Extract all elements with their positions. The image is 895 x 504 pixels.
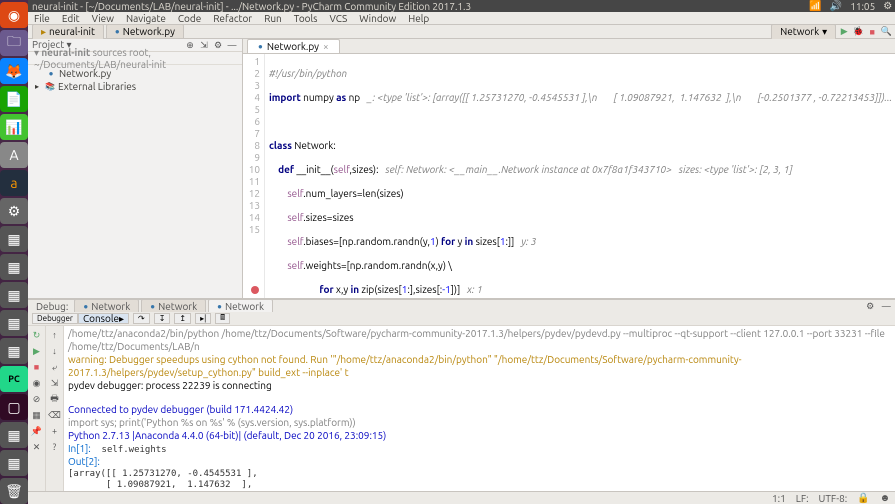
console-left-gutter: ↑ ↓ ⤶ ⇲ 🖶 ⌫ + ? <box>46 326 64 491</box>
app-icon[interactable]: ▦ <box>0 226 28 252</box>
debug-left-gutter: ↻ ▶ ■ ◉ ⊘ ▦ 📌 ✕ <box>28 326 46 491</box>
breakpoint-icon[interactable] <box>251 286 259 294</box>
close-button[interactable]: ✕ <box>30 440 44 454</box>
terminal-icon[interactable]: ▢ <box>0 394 28 420</box>
scroll-to-end-button[interactable]: ⇲ <box>48 376 62 390</box>
app-icon[interactable]: ▦ <box>0 282 28 308</box>
status-bar: 1:1 LF: UTF-8: 🔒 ☻ <box>28 491 895 504</box>
chevron-icon: ▸ <box>119 313 124 325</box>
menu-vcs[interactable]: VCS <box>330 13 348 24</box>
tree-external-libraries[interactable]: ▸📚External Libraries <box>32 80 238 93</box>
session-indicator-icon[interactable]: ⚙ <box>883 0 892 12</box>
breadcrumb-project[interactable]: ▸neural-init <box>32 24 104 40</box>
editor-pane: ●Network.py × 1 2 3 4 5 6 7 8 9 10 11 12… <box>243 39 895 298</box>
ubuntu-dash-icon[interactable]: ◉ <box>0 2 28 28</box>
sound-indicator-icon[interactable]: 🔊 <box>830 0 842 12</box>
clear-button[interactable]: ⌫ <box>48 408 62 422</box>
soft-wrap-button[interactable]: ⤶ <box>48 360 62 374</box>
app-icon[interactable]: ▦ <box>0 338 28 364</box>
line-gutter[interactable]: 1 2 3 4 5 6 7 8 9 10 11 12 13 14 15 <box>243 54 265 298</box>
libreoffice-writer-icon[interactable]: 📄 <box>0 86 28 112</box>
menu-view[interactable]: View <box>92 13 114 24</box>
step-into-button[interactable]: ↧ <box>154 313 171 324</box>
pin-button[interactable]: 📌 <box>30 424 44 438</box>
hide-icon[interactable]: — <box>880 300 892 312</box>
menu-navigate[interactable]: Navigate <box>126 13 166 24</box>
project-tool-window: Project ▾ ⊕ ⇲ ⚙ — ▾ neural-init sources … <box>28 39 243 298</box>
run-to-cursor-button[interactable]: ▸| <box>195 313 211 324</box>
view-breakpoints-button[interactable]: ◉ <box>30 376 44 390</box>
tree-file[interactable]: ●Network.py <box>32 67 238 80</box>
rerun-button[interactable]: ↻ <box>30 328 44 342</box>
step-over-button[interactable]: ↷ <box>133 313 150 324</box>
pycharm-icon[interactable]: PC <box>0 366 28 392</box>
menu-window[interactable]: Window <box>359 13 396 24</box>
new-console-button[interactable]: + <box>48 424 62 438</box>
help-button[interactable]: ? <box>48 440 62 454</box>
evaluate-button[interactable]: 🖩 <box>215 313 230 324</box>
debug-tool-window: Debug: ●Network ●Network ●Network ⚙ — De… <box>28 299 895 491</box>
libreoffice-calc-icon[interactable]: 📊 <box>0 114 28 140</box>
line-separator[interactable]: LF: <box>796 493 809 504</box>
menu-run[interactable]: Run <box>264 13 282 24</box>
breadcrumb-file[interactable]: ●Network.py <box>106 24 184 39</box>
amazon-icon[interactable]: a <box>0 170 28 196</box>
window-titlebar: neural-init - [~/Documents/LAB/neural-in… <box>28 0 895 12</box>
debug-label: Debug: <box>32 301 72 312</box>
network-indicator-icon[interactable]: 📶 <box>809 0 821 12</box>
menu-code[interactable]: Code <box>178 13 201 24</box>
search-button[interactable]: 🔍 <box>880 26 892 38</box>
trash-icon[interactable]: 🗑 <box>0 478 28 504</box>
unity-launcher: ◉ 🗀 🦊 📄 📊 A a ⚙ ▦ ▦ ▦ ▦ ▦ PC ▢ ▦ ▦ 🗑 <box>0 0 28 504</box>
console-tab[interactable]: Console ▸ <box>78 313 129 324</box>
window-title: neural-init - [~/Documents/LAB/neural-in… <box>32 1 471 12</box>
code-editor[interactable]: 1 2 3 4 5 6 7 8 9 10 11 12 13 14 15 #!/u… <box>243 54 895 298</box>
app-icon[interactable]: ▦ <box>0 450 28 476</box>
app-icon[interactable]: ▦ <box>0 422 28 448</box>
pycharm-window: neural-init - [~/Documents/LAB/neural-in… <box>28 0 895 504</box>
navigation-bar: ▸neural-init ●Network.py Network▾ ▶ 🐞 ■ … <box>28 25 895 39</box>
step-out-button[interactable]: ↥ <box>174 313 191 324</box>
menu-edit[interactable]: Edit <box>62 13 80 24</box>
chevron-down-icon: ▾ <box>822 26 827 38</box>
file-encoding[interactable]: UTF-8: <box>819 493 848 504</box>
close-icon[interactable]: × <box>323 41 329 52</box>
down-button[interactable]: ↓ <box>48 344 62 358</box>
settings-icon[interactable]: ⚙ <box>0 198 28 224</box>
lock-icon[interactable]: 🔒 <box>857 492 869 504</box>
run-button[interactable]: ▶ <box>838 26 850 38</box>
mute-breakpoints-button[interactable]: ⊘ <box>30 392 44 406</box>
up-button[interactable]: ↑ <box>48 328 62 342</box>
run-config-selector[interactable]: Network▾ <box>771 24 836 40</box>
menu-tools[interactable]: Tools <box>294 13 318 24</box>
firefox-icon[interactable]: 🦊 <box>0 58 28 84</box>
debugger-tab[interactable]: Debugger <box>32 313 78 324</box>
software-center-icon[interactable]: A <box>0 142 28 168</box>
app-icon[interactable]: ▦ <box>0 310 28 336</box>
files-icon[interactable]: 🗀 <box>0 30 28 56</box>
debug-button[interactable]: 🐞 <box>852 26 864 38</box>
layout-button[interactable]: ▦ <box>30 408 44 422</box>
settings-icon[interactable]: ⚙ <box>864 300 876 312</box>
project-root[interactable]: neural-init <box>41 47 90 58</box>
debug-console[interactable]: /home/ttz/anaconda2/bin/python /home/ttz… <box>64 326 895 491</box>
resume-button[interactable]: ▶ <box>30 344 44 358</box>
stop-button[interactable]: ■ <box>866 26 878 38</box>
clock[interactable]: 11:05 <box>850 1 875 12</box>
menu-file[interactable]: File <box>34 13 50 24</box>
menu-refactor[interactable]: Refactor <box>213 13 252 24</box>
stop-button[interactable]: ■ <box>30 360 44 374</box>
print-button[interactable]: 🖶 <box>48 392 62 406</box>
hector-icon[interactable]: ☻ <box>880 492 891 504</box>
menu-help[interactable]: Help <box>408 13 429 24</box>
app-icon[interactable]: ▦ <box>0 254 28 280</box>
caret-position[interactable]: 1:1 <box>772 493 786 504</box>
editor-tab[interactable]: ●Network.py × <box>247 39 340 53</box>
